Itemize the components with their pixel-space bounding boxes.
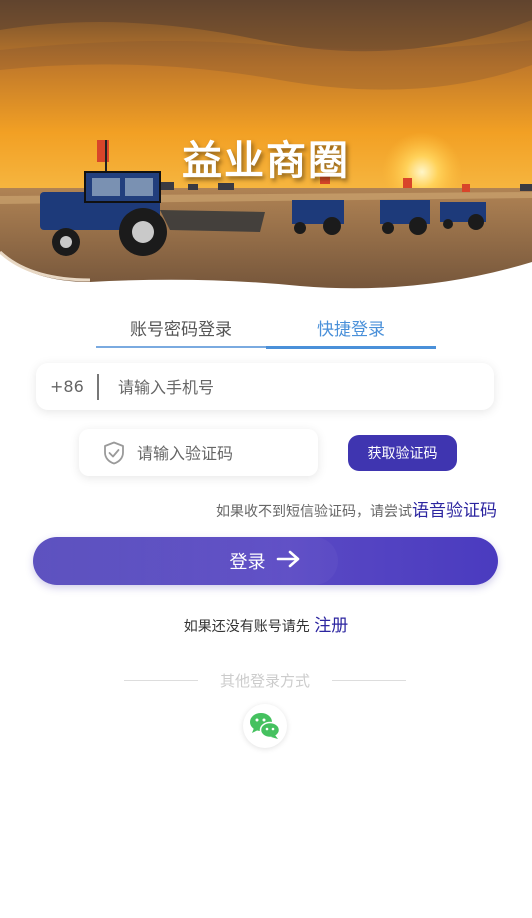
arrow-right-icon (276, 550, 302, 573)
wechat-login-button[interactable] (243, 704, 287, 748)
login-button[interactable]: 登录 (33, 537, 498, 585)
register-hint: 如果还没有账号请先 注册 (0, 611, 532, 636)
login-tabs: 账号密码登录 快捷登录 (96, 318, 436, 349)
get-code-button[interactable]: 获取验证码 (348, 435, 457, 471)
phone-input[interactable] (116, 363, 480, 412)
voice-code-hint: 如果收不到短信验证码，请尝试语音验证码 (216, 496, 497, 521)
shield-check-icon (103, 441, 125, 469)
register-hint-text: 如果还没有账号请先 (183, 619, 310, 635)
other-login-divider: 其他登录方式 (124, 669, 406, 693)
brand-title: 益业商圈 (182, 138, 350, 184)
tab-password-login[interactable]: 账号密码登录 (96, 318, 266, 348)
country-code[interactable]: +86 (50, 363, 84, 410)
voice-code-link[interactable]: 语音验证码 (412, 501, 497, 521)
other-login-label: 其他登录方式 (219, 672, 310, 690)
phone-field: +86 (36, 363, 494, 412)
login-label: 登录 (229, 552, 266, 572)
register-link[interactable]: 注册 (314, 616, 348, 636)
divider-line-right (332, 680, 406, 681)
code-field (79, 429, 318, 478)
tab-quick-login[interactable]: 快捷登录 (266, 318, 436, 349)
code-input[interactable] (135, 429, 315, 478)
hero-banner: 益业商圈 (0, 0, 532, 300)
voice-hint-text: 如果收不到短信验证码，请尝试 (216, 504, 412, 520)
field-divider (97, 374, 99, 400)
